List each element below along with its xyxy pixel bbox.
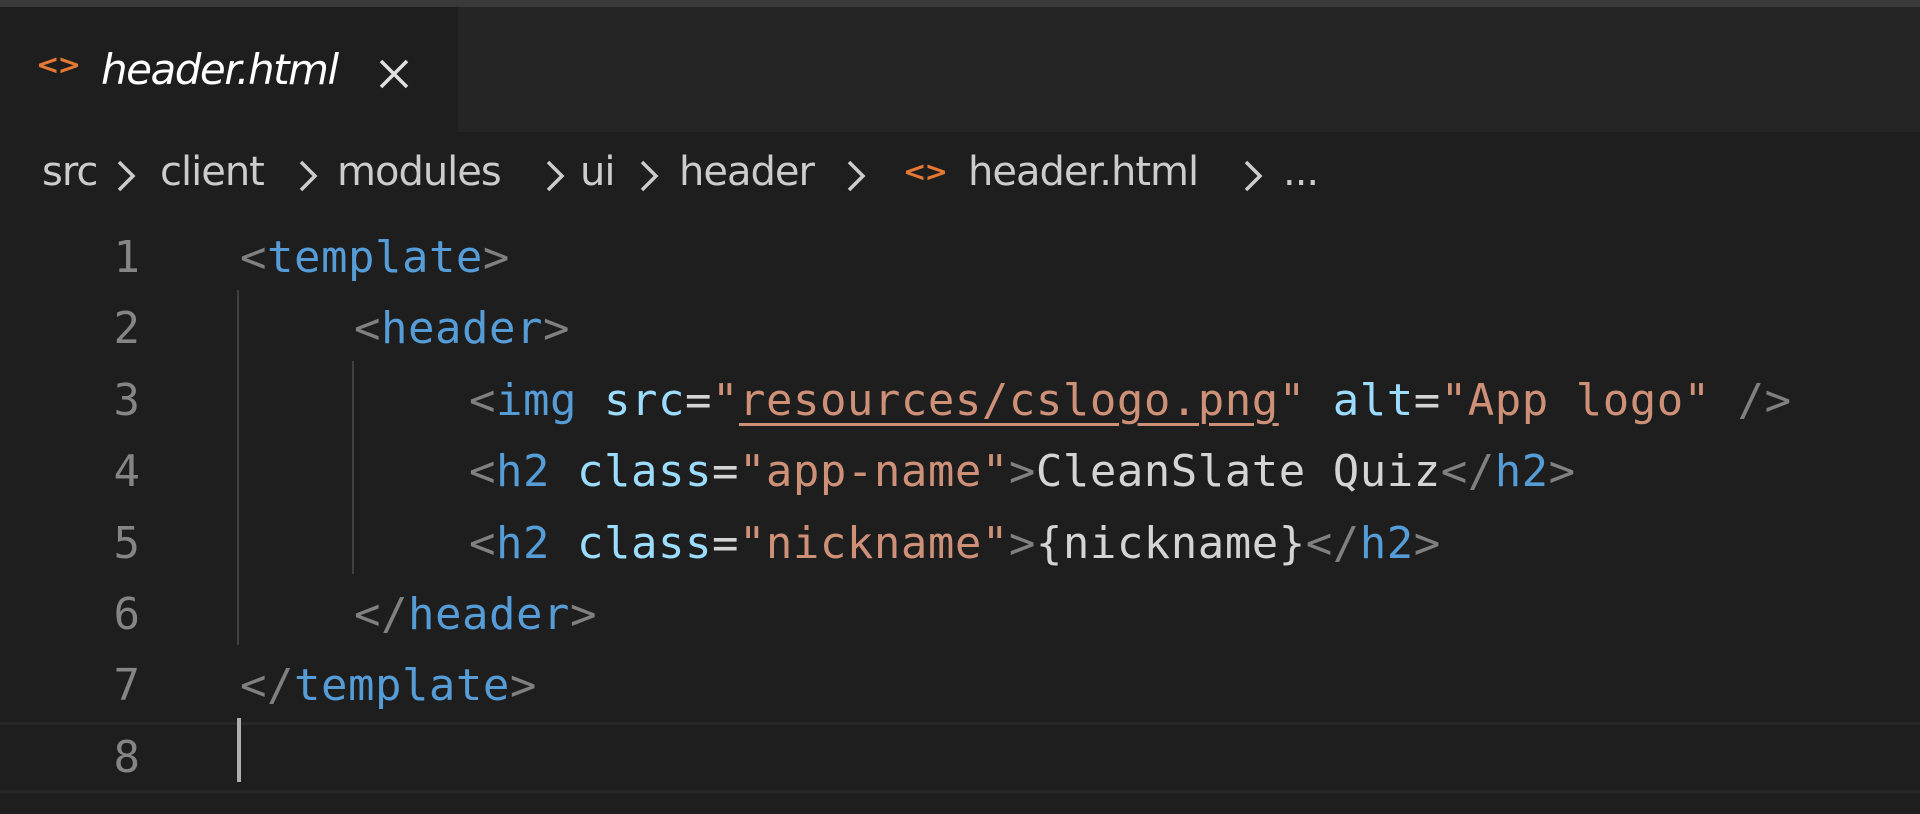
code-token-punct: > bbox=[1413, 517, 1441, 569]
code-content: <img src="resources/cslogo.png" alt="App… bbox=[469, 365, 1792, 436]
line-number: 3 bbox=[113, 374, 141, 426]
code-token-eq: = bbox=[684, 374, 712, 426]
code-token-tag: header bbox=[407, 589, 570, 640]
code-token-punct: </ bbox=[240, 660, 294, 712]
code-token-str: "App logo" bbox=[1440, 374, 1711, 426]
code-token-text: CleanSlate Quiz bbox=[1035, 446, 1441, 498]
code-token-punct: < bbox=[354, 303, 381, 355]
code-token-punct: > bbox=[509, 660, 537, 712]
breadcrumb-item-src[interactable]: src bbox=[42, 152, 98, 192]
window-top-border bbox=[0, 0, 1920, 7]
line-number: 2 bbox=[113, 303, 141, 355]
line-number: 1 bbox=[113, 232, 141, 283]
code-token-attr: class bbox=[576, 446, 712, 498]
code-token-str: "app-name" bbox=[738, 446, 1009, 498]
code-token-punct: < bbox=[469, 517, 496, 569]
code-line[interactable]: 6 </header> bbox=[0, 579, 1920, 650]
code-token-punct: > bbox=[1008, 446, 1036, 498]
code-line[interactable]: 3 <img src="resources/cslogo.png" alt="Ap… bbox=[0, 365, 1920, 436]
code-line[interactable]: 4 <h2 class="app-name">CleanSlate Quiz</h… bbox=[0, 436, 1920, 507]
line-number: 6 bbox=[113, 589, 141, 640]
code-editor[interactable]: 1 <template> 2 <header> 3 <img src="resources… bbox=[0, 222, 1920, 814]
code-line[interactable]: 8 bbox=[0, 721, 1920, 793]
code-token-text: {nickname} bbox=[1035, 517, 1306, 569]
html-file-icon: <> bbox=[36, 48, 81, 81]
code-token-eq: = bbox=[1413, 374, 1441, 426]
code-token-punct: > bbox=[569, 589, 597, 640]
code-token-tag: h2 bbox=[496, 446, 550, 498]
code-line[interactable]: 1 <template> bbox=[0, 222, 1920, 293]
breadcrumb-item-header[interactable]: header bbox=[679, 152, 815, 192]
code-token-punct: < bbox=[469, 374, 496, 426]
close-icon[interactable] bbox=[373, 53, 417, 97]
breadcrumb-item-symbols[interactable]: ... bbox=[1283, 152, 1319, 192]
code-content: <template> bbox=[240, 222, 510, 293]
code-token-punct: > bbox=[542, 303, 570, 355]
code-token-str: "nickname" bbox=[738, 517, 1009, 569]
tab-header-html[interactable]: <> header.html bbox=[0, 7, 458, 132]
code-line[interactable]: 5 <h2 class="nickname">{nickname}</h2> bbox=[0, 508, 1920, 579]
code-token-eq: = bbox=[711, 517, 739, 569]
line-number: 5 bbox=[113, 517, 141, 569]
code-token-punct: </ bbox=[1440, 446, 1495, 498]
code-content: <h2 class="app-name">CleanSlate Quiz</h2… bbox=[469, 436, 1576, 507]
chevron-right-icon bbox=[295, 156, 319, 196]
code-token-punct: </ bbox=[1305, 517, 1360, 569]
code-token-punct: < bbox=[469, 446, 496, 498]
code-content: </template> bbox=[240, 650, 537, 721]
code-token-punct: </ bbox=[354, 589, 408, 640]
code-token-tag: template bbox=[267, 232, 483, 283]
tab-label: header.html bbox=[101, 45, 339, 94]
code-token-punct: > bbox=[1548, 446, 1576, 498]
chevron-right-icon bbox=[542, 156, 566, 196]
line-number: 8 bbox=[113, 731, 141, 783]
code-token-tag: h2 bbox=[1359, 517, 1414, 569]
code-token-attr: alt bbox=[1332, 374, 1414, 426]
code-line[interactable]: 2 <header> bbox=[0, 293, 1920, 364]
code-content: <h2 class="nickname">{nickname}</h2> bbox=[469, 508, 1441, 579]
code-line[interactable]: 7 </template> bbox=[0, 650, 1920, 721]
breadcrumb-item-ui[interactable]: ui bbox=[580, 152, 615, 192]
code-token-punct: > bbox=[482, 232, 510, 283]
code-token-str: " bbox=[711, 374, 739, 426]
text-cursor bbox=[237, 718, 241, 782]
code-content: <header> bbox=[354, 293, 570, 364]
breadcrumb-item-file[interactable]: header.html bbox=[968, 152, 1199, 192]
breadcrumb-item-client[interactable]: client bbox=[160, 152, 265, 192]
code-token-attr: class bbox=[576, 517, 712, 569]
line-number: 4 bbox=[113, 446, 141, 498]
editor-tab-bar: <> header.html bbox=[0, 7, 1920, 132]
code-token-tag: template bbox=[293, 660, 510, 712]
code-token-punct: /> bbox=[1737, 374, 1792, 426]
code-token-tag: h2 bbox=[496, 517, 550, 569]
code-token-tag: img bbox=[496, 374, 577, 426]
chevron-right-icon bbox=[636, 156, 660, 196]
breadcrumb: src client modules ui header <> header.h… bbox=[0, 132, 1920, 222]
html-file-icon: <> bbox=[903, 155, 948, 188]
code-token-punct: < bbox=[240, 232, 267, 283]
line-number: 7 bbox=[113, 660, 141, 712]
code-token-tag: header bbox=[381, 303, 543, 355]
code-token-str: " bbox=[1278, 374, 1306, 426]
chevron-right-icon bbox=[1240, 156, 1264, 196]
code-content: </header> bbox=[354, 579, 597, 650]
chevron-right-icon bbox=[843, 156, 867, 196]
code-token-link[interactable]: resources/cslogo.png bbox=[739, 375, 1279, 426]
code-token-eq: = bbox=[711, 446, 739, 498]
code-token-tag: h2 bbox=[1494, 446, 1549, 498]
code-token-attr: src bbox=[603, 374, 685, 426]
chevron-right-icon bbox=[113, 156, 137, 196]
code-token-punct: > bbox=[1008, 517, 1036, 569]
breadcrumb-item-modules[interactable]: modules bbox=[337, 152, 502, 192]
